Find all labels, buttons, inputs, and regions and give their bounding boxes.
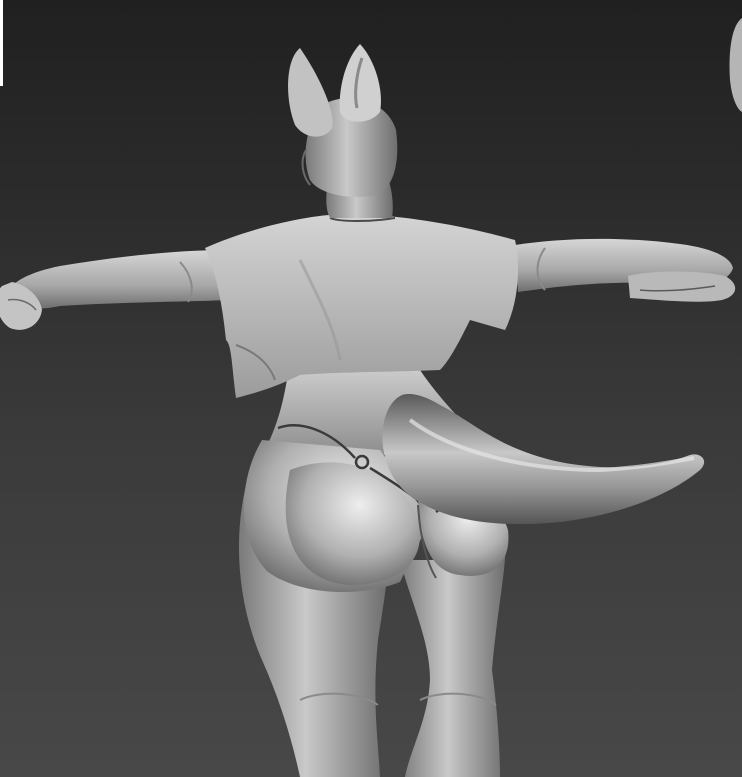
tail bbox=[382, 394, 705, 525]
crop-shirt bbox=[205, 214, 518, 398]
head bbox=[288, 44, 398, 218]
left-arm bbox=[5, 250, 230, 309]
ear-right bbox=[339, 44, 381, 122]
sculpt-viewport[interactable] bbox=[0, 0, 742, 777]
ear-left bbox=[288, 48, 333, 137]
right-hand bbox=[628, 271, 736, 302]
sculpt-model[interactable] bbox=[0, 0, 742, 777]
edge-object bbox=[729, 18, 742, 112]
right-leg bbox=[400, 540, 506, 777]
